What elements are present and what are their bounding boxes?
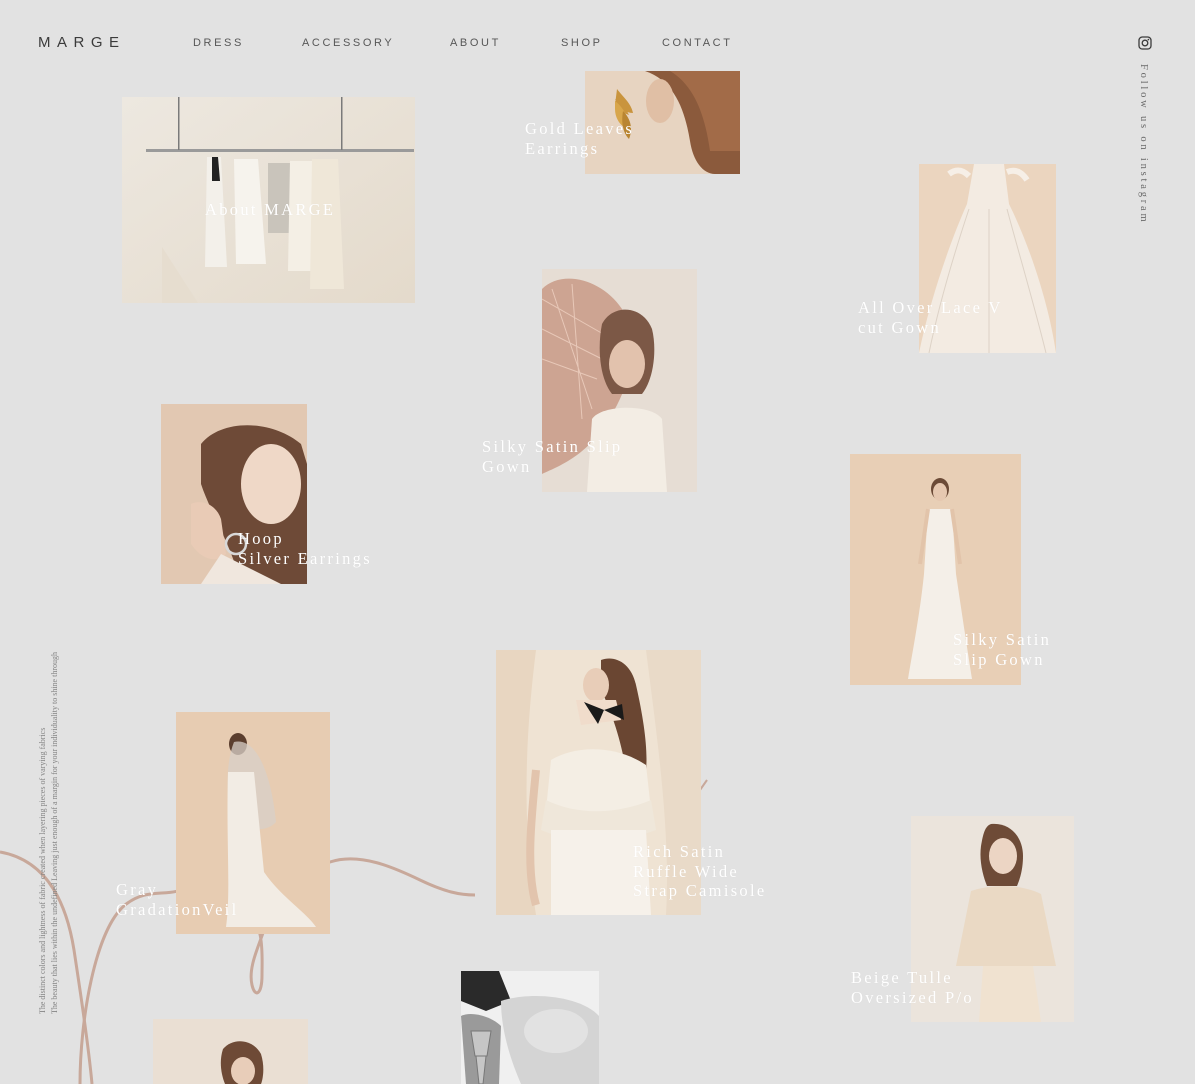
card-label: Gold Leaves Earrings	[525, 119, 635, 158]
card-label: Silky Satin Slip Gown	[953, 630, 1052, 669]
card-label: About MARGE	[205, 200, 336, 219]
card-label: Beige Tulle Oversized P/o	[851, 968, 974, 1007]
card-label: Gray GradationVeil	[116, 880, 239, 919]
brand-statement-line-2: The beauty that lies within the undefine…	[49, 652, 59, 1014]
nav-shop[interactable]: SHOP	[561, 37, 603, 49]
bottom-left-portrait-image	[153, 1019, 308, 1084]
nav-contact[interactable]: CONTACT	[662, 37, 733, 49]
card-label: Rich Satin Ruffle Wide Strap Camisole	[633, 842, 767, 900]
nav-dress[interactable]: DRESS	[193, 37, 244, 49]
card-label: All Over Lace V cut Gown	[858, 298, 1003, 337]
follow-instagram-link[interactable]: Follow us on instagram	[1138, 64, 1149, 224]
brand-statement: The distinct colors and lightness of fab…	[37, 632, 60, 1014]
card-label: Hoop Silver Earrings	[238, 529, 372, 568]
nav-accessory[interactable]: ACCESSORY	[302, 37, 394, 49]
brand-logo[interactable]: MARGE	[38, 34, 126, 51]
card-label: Silky Satin Slip Gown	[482, 437, 623, 476]
nav-about[interactable]: ABOUT	[450, 37, 501, 49]
monochrome-portrait-image	[461, 971, 599, 1084]
instagram-icon[interactable]	[1138, 36, 1152, 50]
brand-statement-line-1: The distinct colors and lightness of fab…	[38, 727, 47, 1014]
